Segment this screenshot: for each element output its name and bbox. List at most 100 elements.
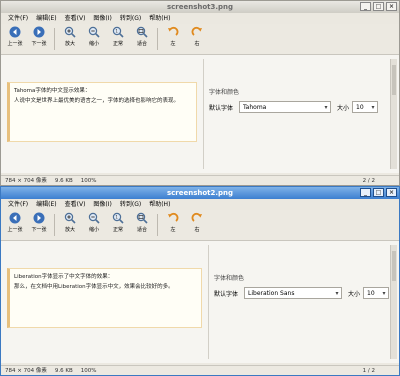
next-label: 下一张 [31, 227, 47, 233]
rotate-right-icon [191, 26, 202, 36]
status-dimensions: 784 × 704 像素 [5, 368, 47, 374]
svg-text:1: 1 [115, 29, 118, 34]
section-title: 字体和颜色 [214, 275, 245, 282]
pane-divider [208, 245, 209, 359]
chevron-down-icon: ▾ [335, 289, 339, 297]
vertical-scrollbar[interactable] [390, 59, 397, 169]
menu-help[interactable]: 帮助(H) [145, 13, 174, 24]
menu-help[interactable]: 帮助(H) [145, 199, 174, 210]
prev-label: 上一张 [7, 41, 23, 47]
viewer-window-inactive[interactable]: screenshot3.png _ □ × 文件(F) 编辑(E) 查看(V) … [0, 0, 400, 186]
size-select[interactable]: 10 ▾ [352, 101, 379, 113]
section-title: 字体和颜色 [209, 89, 240, 96]
menu-edit[interactable]: 编辑(E) [32, 13, 60, 24]
svg-text:1: 1 [115, 215, 118, 220]
zoom-in-label: 放大 [64, 227, 75, 233]
zoom-normal-button[interactable]: 1 正常 [106, 24, 130, 54]
font-select-value: Tahoma [243, 103, 267, 111]
zoom-normal-icon: 1 [112, 212, 124, 224]
close-button[interactable]: × [386, 2, 397, 11]
maximize-button[interactable]: □ [373, 2, 384, 11]
zoom-normal-button[interactable]: 1 正常 [106, 210, 130, 240]
chevron-down-icon: ▾ [324, 103, 328, 111]
rotate-left-button[interactable]: 左 [161, 24, 185, 54]
toolbar-separator [157, 214, 158, 236]
zoom-out-icon [88, 212, 100, 224]
zoom-out-button[interactable]: 缩小 [82, 210, 106, 240]
prev-button[interactable]: 上一张 [3, 210, 27, 240]
next-button[interactable]: 下一张 [27, 24, 51, 54]
prev-button[interactable]: 上一张 [3, 24, 27, 54]
size-label: 大小 [348, 290, 361, 298]
menu-edit[interactable]: 编辑(E) [32, 199, 60, 210]
zoom-fit-button[interactable]: 适合 [130, 24, 154, 54]
title-bar[interactable]: screenshot2.png _ □ × [1, 187, 399, 199]
scrollbar-thumb[interactable] [392, 251, 396, 281]
status-filesize: 9.6 KB [54, 368, 73, 374]
menu-image[interactable]: 图像(I) [89, 199, 115, 210]
size-select[interactable]: 10 ▾ [363, 287, 390, 299]
next-button[interactable]: 下一张 [27, 210, 51, 240]
menu-file[interactable]: 文件(F) [4, 13, 32, 24]
status-filesize: 9.6 KB [54, 178, 73, 184]
chevron-down-icon: ▾ [382, 289, 386, 297]
zoom-out-button[interactable]: 缩小 [82, 24, 106, 54]
rotate-right-label: 右 [194, 41, 200, 47]
next-icon [33, 212, 45, 224]
font-select-value: Liberation Sans [248, 289, 295, 297]
status-bar: 784 × 704 像素 9.6 KB 100% 2 / 2 [1, 175, 399, 185]
default-font-label: 默认字体 [214, 290, 239, 298]
window-title: screenshot2.png [166, 189, 234, 197]
minimize-button[interactable]: _ [360, 188, 371, 197]
minimize-button[interactable]: _ [360, 2, 371, 11]
zoom-fit-button[interactable]: 适合 [130, 210, 154, 240]
title-bar[interactable]: screenshot3.png _ □ × [1, 1, 399, 13]
toolbar-separator [157, 28, 158, 50]
rotate-right-button[interactable]: 右 [185, 210, 209, 240]
maximize-button[interactable]: □ [373, 188, 384, 197]
rotate-left-label: 左 [170, 41, 176, 47]
close-button[interactable]: × [386, 188, 397, 197]
menu-file[interactable]: 文件(F) [4, 199, 32, 210]
zoom-in-button[interactable]: 放大 [58, 210, 82, 240]
preview-line: Tahoma字体的中文显示效果： [14, 88, 91, 94]
zoom-in-button[interactable]: 放大 [58, 24, 82, 54]
toolbar-separator [54, 28, 55, 50]
zoom-out-label: 缩小 [88, 41, 99, 47]
menu-view[interactable]: 查看(V) [61, 199, 90, 210]
menu-go[interactable]: 转到(G) [116, 13, 145, 24]
prev-icon [9, 212, 21, 224]
zoom-in-label: 放大 [64, 41, 75, 47]
menu-bar: 文件(F) 编辑(E) 查看(V) 图像(I) 转到(G) 帮助(H) [1, 13, 399, 24]
toolbar-separator [54, 214, 55, 236]
menu-view[interactable]: 查看(V) [61, 13, 90, 24]
menu-go[interactable]: 转到(G) [116, 199, 145, 210]
size-select-value: 10 [367, 289, 375, 297]
font-select[interactable]: Tahoma ▾ [239, 101, 331, 113]
font-preview-box: Liberation字体显示了中文字体的效果： 那么，在文档中用Liberati… [7, 268, 202, 328]
status-page: 2 / 2 [362, 178, 375, 184]
menu-bar: 文件(F) 编辑(E) 查看(V) 图像(I) 转到(G) 帮助(H) [1, 199, 399, 210]
zoom-fit-icon [136, 212, 148, 224]
rotate-left-button[interactable]: 左 [161, 210, 185, 240]
menu-image[interactable]: 图像(I) [89, 13, 115, 24]
image-canvas[interactable]: Tahoma字体的中文显示效果： 人说中文是世界上最优美的语言之一，字体的选择也… [1, 55, 399, 173]
toolbar: 上一张 下一张 放大 缩小 1 正常 适合 左 右 [1, 24, 399, 55]
rotate-left-icon [168, 26, 179, 36]
window-title: screenshot3.png [166, 3, 234, 11]
scrollbar-thumb[interactable] [392, 65, 396, 95]
zoom-normal-label: 正常 [112, 41, 123, 47]
zoom-out-label: 缩小 [88, 227, 99, 233]
image-canvas[interactable]: Liberation字体显示了中文字体的效果： 那么，在文档中用Liberati… [1, 241, 399, 363]
vertical-scrollbar[interactable] [390, 245, 397, 359]
rotate-right-button[interactable]: 右 [185, 24, 209, 54]
font-select[interactable]: Liberation Sans ▾ [244, 287, 342, 299]
size-select-value: 10 [356, 103, 364, 111]
prev-label: 上一张 [7, 227, 23, 233]
next-icon [33, 26, 45, 38]
status-page: 1 / 2 [362, 368, 375, 374]
preview-line: Liberation字体显示了中文字体的效果： [14, 274, 114, 280]
viewer-window-active[interactable]: screenshot2.png _ □ × 文件(F) 编辑(E) 查看(V) … [0, 186, 400, 376]
zoom-fit-label: 适合 [136, 41, 147, 47]
pane-divider [203, 59, 204, 169]
